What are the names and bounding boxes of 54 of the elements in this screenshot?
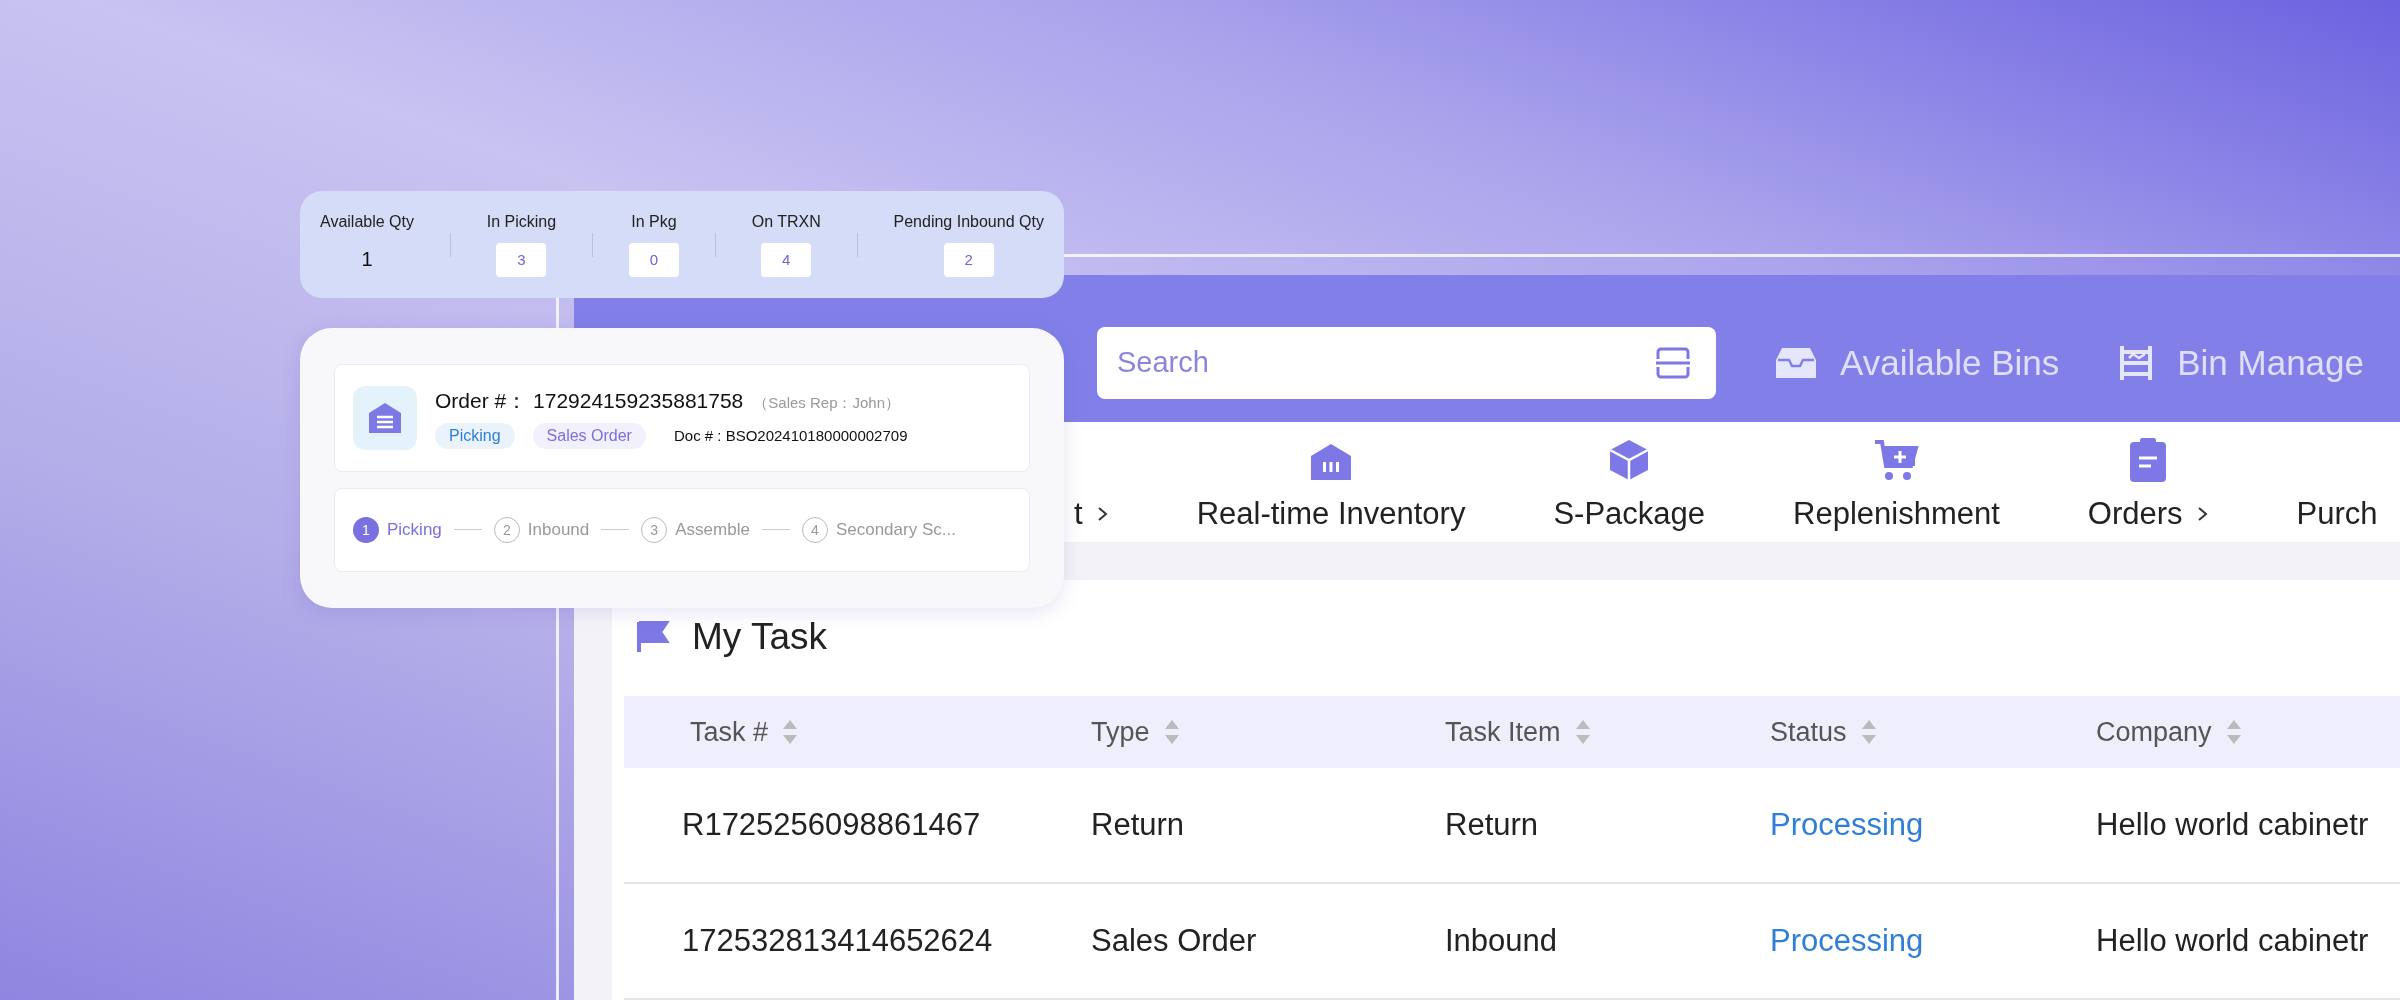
- flag-icon: [636, 620, 670, 654]
- column-header[interactable]: Status: [1770, 696, 2096, 768]
- card-title: My Task: [692, 616, 827, 658]
- table-cell: Hello world cabinetr: [2096, 768, 2400, 884]
- stat-label: In Pkg: [631, 212, 677, 231]
- nav-item[interactable]: S-Package: [1553, 438, 1706, 532]
- table-cell: Sales Order: [1091, 884, 1445, 1000]
- table-cell: 172532813414652624: [624, 884, 1091, 1000]
- stat-value: 4: [761, 242, 812, 277]
- stat-label: In Picking: [486, 212, 557, 231]
- table-cell: Inbound: [1445, 884, 1770, 1000]
- sort-icon[interactable]: [782, 718, 799, 746]
- status-text: Processing: [1770, 884, 2096, 1000]
- table-cell: Hello world cabinetr: [2096, 884, 2400, 1000]
- status-tag: Picking: [435, 422, 515, 449]
- nav-item[interactable]: t: [1074, 496, 1109, 532]
- stat-label: Pending Inbound Qty: [893, 212, 1044, 231]
- scan-icon[interactable]: [1656, 346, 1690, 379]
- step[interactable]: 1 Picking: [353, 516, 442, 543]
- doc-number: Doc # : BSO202410180000002709: [673, 427, 908, 445]
- nav-item[interactable]: Orders: [2087, 438, 2209, 532]
- sales-rep: （Sales Rep：John）: [753, 393, 900, 413]
- list-house-icon: [367, 400, 403, 435]
- table-cell: Return: [1445, 768, 1770, 884]
- cart-icon: [1873, 438, 1920, 482]
- shelf-icon: [2119, 343, 2154, 382]
- column-header[interactable]: Company: [2096, 696, 2400, 768]
- sort-icon[interactable]: [1163, 718, 1180, 746]
- clipboard-icon: [2128, 438, 2169, 482]
- nav-item[interactable]: Replenishment: [1793, 438, 2000, 532]
- table-cell: Return: [1091, 768, 1445, 884]
- tray-icon: [1776, 345, 1816, 380]
- sort-icon[interactable]: [2225, 718, 2242, 746]
- nav-item[interactable]: Purch: [2296, 496, 2378, 532]
- column-header[interactable]: Task Item: [1445, 696, 1770, 768]
- sort-icon[interactable]: [1860, 718, 1877, 746]
- sort-icon[interactable]: [1574, 718, 1591, 746]
- column-header[interactable]: Task #: [624, 696, 1091, 768]
- status-tag: Sales Order: [532, 422, 646, 449]
- table-cell: R1725256098861467: [624, 768, 1091, 884]
- stat-value: 1: [360, 247, 374, 272]
- chevron-icon: [1096, 505, 1109, 523]
- chevron-icon: [2196, 505, 2209, 523]
- search-field[interactable]: Search: [1097, 326, 1716, 399]
- stat-label: On TRXN: [751, 212, 821, 231]
- status-text: Processing: [1770, 768, 2096, 884]
- column-header[interactable]: Type: [1091, 696, 1445, 768]
- nav-item[interactable]: Real-time Inventory: [1196, 442, 1466, 532]
- stat-value: 0: [628, 242, 679, 277]
- order-number: Order #： 172924159235881758: [435, 387, 744, 414]
- stat-value: 3: [496, 242, 547, 277]
- warehouse-icon: [1309, 442, 1353, 482]
- stat-label: Available Qty: [320, 212, 414, 231]
- stat-value: 2: [943, 242, 994, 277]
